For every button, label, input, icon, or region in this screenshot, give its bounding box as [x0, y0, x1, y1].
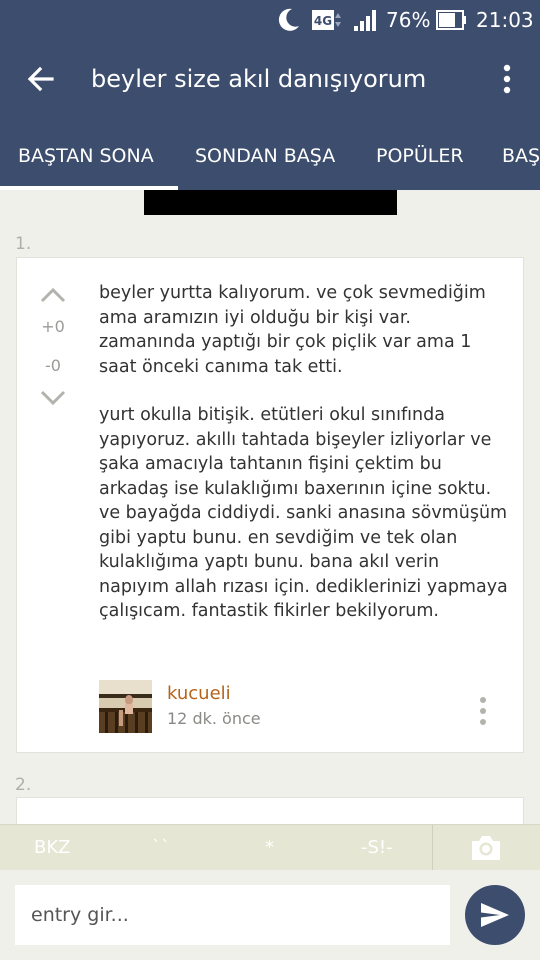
arrow-left-icon[interactable]	[24, 62, 58, 96]
tab-bas[interactable]: BAŞ	[502, 144, 540, 168]
camera-icon[interactable]	[469, 833, 503, 863]
app-toolbar: beyler size akıl danışıyorum	[0, 40, 540, 118]
spoiler-button[interactable]: -S!-	[361, 837, 393, 858]
chevron-down-icon[interactable]	[38, 388, 68, 408]
shortcut-bar: BKZ `` * -S!-	[0, 824, 540, 871]
more-vertical-icon[interactable]	[494, 62, 520, 96]
entry-compose-area	[0, 870, 540, 960]
entry-content: beyler yurtta kalıyorum. ve çok sevmediğ…	[99, 281, 511, 624]
sort-tabs: BAŞTAN SONA SONDAN BAŞA POPÜLER BAŞ	[0, 118, 540, 190]
tab-bastan-sona[interactable]: BAŞTAN SONA	[18, 144, 154, 168]
upvote-count: +0	[41, 317, 65, 336]
entry-paragraph: beyler yurtta kalıyorum. ve çok sevmediğ…	[99, 283, 486, 377]
send-icon	[481, 903, 509, 927]
signal-icon	[354, 10, 376, 31]
tab-populer[interactable]: POPÜLER	[376, 144, 464, 168]
more-vertical-icon[interactable]	[476, 696, 490, 726]
battery-icon	[436, 10, 466, 30]
entry-paragraph: yurt okulla bitişik. etütleri okul sınıf…	[99, 405, 508, 621]
downvote-count: -0	[45, 356, 61, 375]
status-bar: 4G 76% 21:03	[0, 0, 540, 40]
network-4g-icon: 4G	[312, 10, 341, 30]
redaction-bar	[144, 190, 397, 215]
avatar[interactable]	[99, 680, 152, 733]
tab-sondan-basa[interactable]: SONDAN BAŞA	[195, 144, 335, 168]
divider	[432, 825, 433, 871]
send-button[interactable]	[465, 885, 525, 945]
chevron-up-icon[interactable]	[38, 285, 68, 305]
author-link[interactable]: kucueli	[167, 683, 231, 704]
entry-timestamp: 12 dk. önce	[167, 709, 261, 728]
svg-text:4G: 4G	[314, 14, 332, 28]
entry-number: 2.	[15, 775, 32, 795]
page-title: beyler size akıl danışıyorum	[91, 65, 427, 93]
entry-input[interactable]	[15, 885, 450, 945]
hidden-reference-button[interactable]: ``	[152, 837, 170, 858]
battery-percentage: 76%	[386, 8, 431, 32]
bkz-button[interactable]: BKZ	[34, 837, 70, 858]
moon-icon	[278, 8, 299, 31]
clock: 21:03	[476, 8, 534, 32]
asterisk-button[interactable]: *	[265, 837, 274, 858]
entry-number: 1.	[15, 234, 32, 254]
